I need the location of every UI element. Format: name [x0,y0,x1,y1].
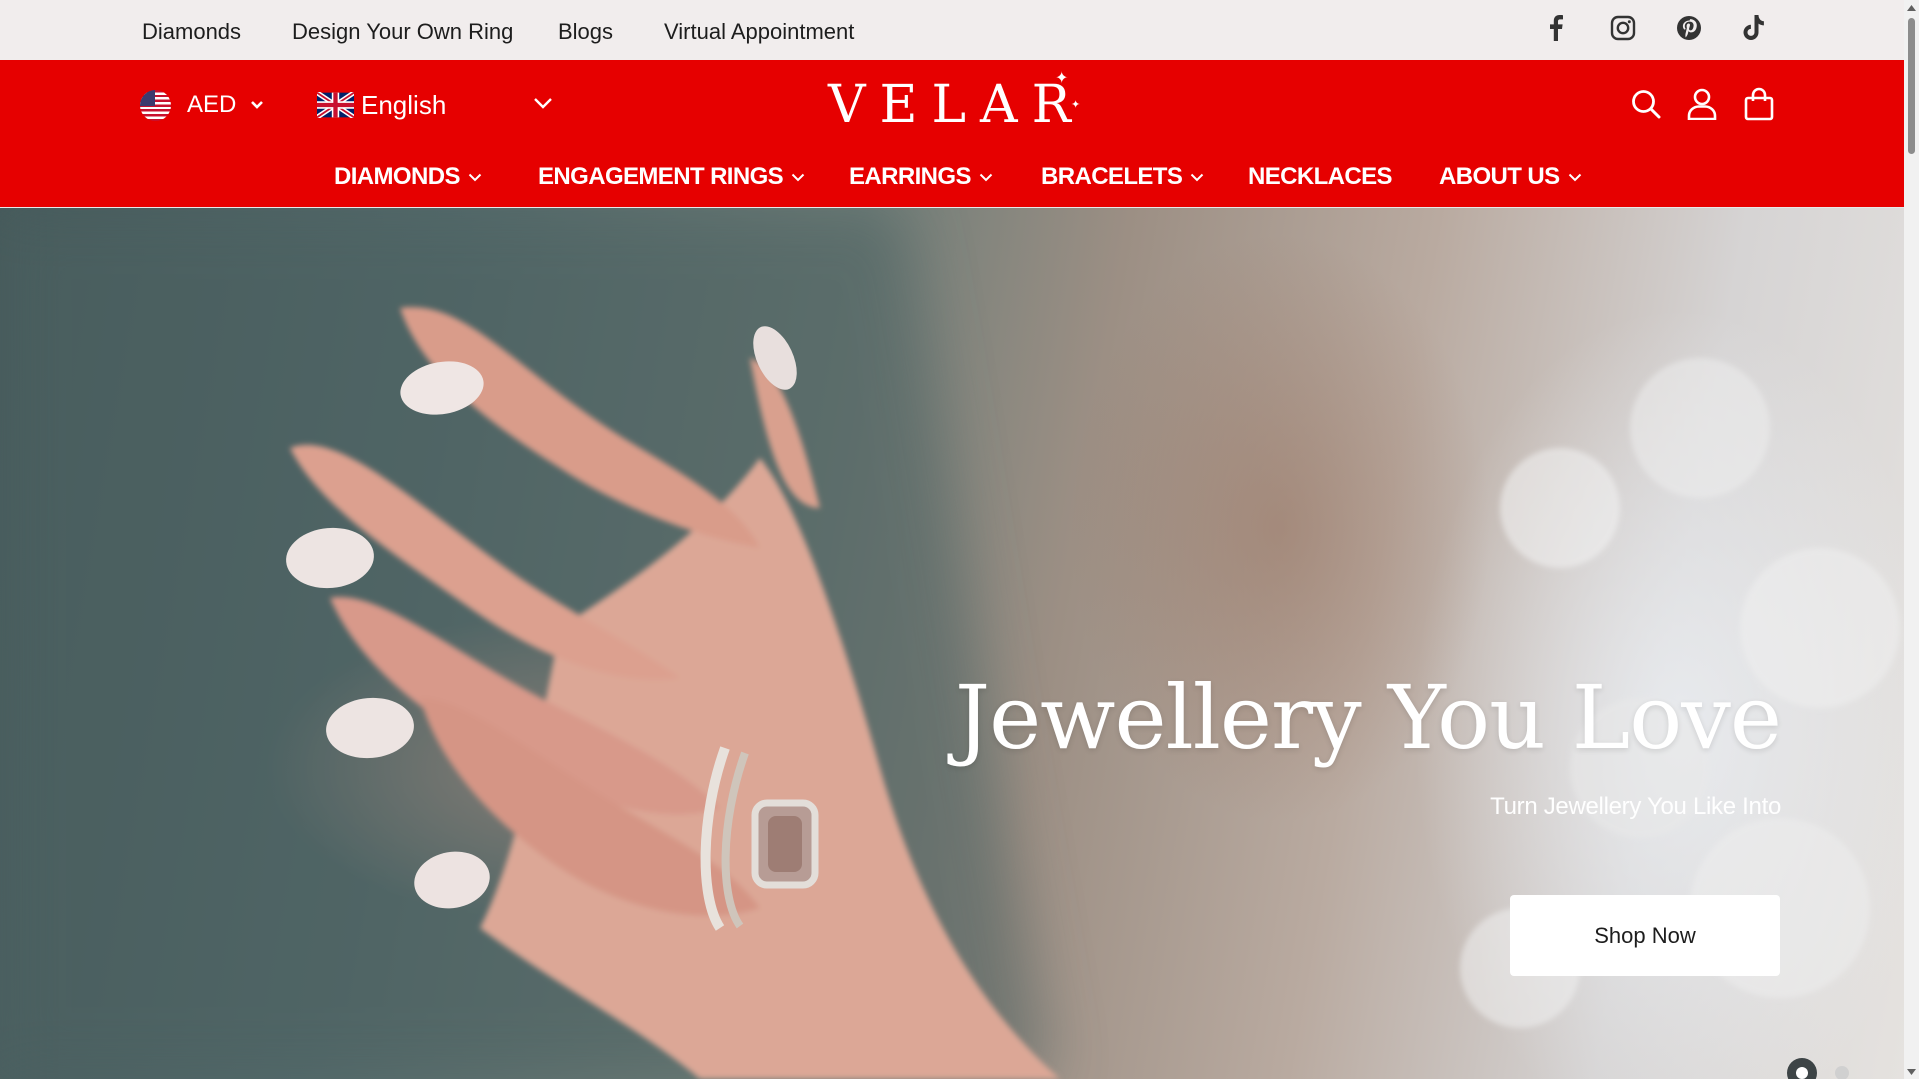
nav-label: BRACELETS [1041,163,1183,190]
currency-code: AED [187,91,237,118]
toplink-design-your-own-ring[interactable]: Design Your Own Ring [292,19,513,45]
us-flag-icon [140,89,171,121]
facebook-icon[interactable] [1540,12,1572,44]
shop-now-button[interactable]: Shop Now [1510,895,1780,976]
scroll-down-icon[interactable] [1904,1064,1919,1079]
nav-earrings[interactable]: EARRINGS [849,162,993,192]
account-icon[interactable] [1684,86,1720,122]
chevron-down-icon [251,101,264,109]
hero-banner: Jewellery You Love Turn Jewellery You Li… [0,208,1904,1079]
search-icon[interactable] [1628,86,1664,122]
nav-necklaces[interactable]: NECKLACES [1248,162,1393,192]
pinterest-icon[interactable] [1673,12,1705,44]
page: Diamonds Design Your Own Ring Blogs Virt… [0,0,1904,1079]
nav-label: ENGAGEMENT RINGS [538,163,784,190]
scroll-up-icon[interactable] [1904,0,1919,15]
toplink-blogs[interactable]: Blogs [558,19,613,45]
toplink-virtual-appointment[interactable]: Virtual Appointment [664,19,854,45]
nav-label: NECKLACES [1248,163,1393,190]
nav-label: DIAMONDS [334,163,460,190]
hero-subtitle: Turn Jewellery You Like Into [1490,793,1781,820]
tiktok-icon[interactable] [1738,12,1770,44]
scroll-thumb[interactable] [1908,18,1915,154]
chevron-down-icon [1568,173,1581,181]
top-utility-bar: Diamonds Design Your Own Ring Blogs Virt… [0,0,1904,60]
sparkle-icon: ✦ [1055,68,1069,87]
chevron-down-icon [468,173,482,181]
nav-label: EARRINGS [849,163,971,190]
cart-icon[interactable] [1741,86,1777,122]
language-label: English [361,89,447,120]
chevron-down-icon [534,98,552,109]
velar-logo[interactable]: VELAR ✦ ✦ [828,70,1088,136]
hero-title: Jewellery You Love [954,666,1782,769]
nav-label: ABOUT US [1439,163,1560,190]
nav-bracelets[interactable]: BRACELETS [1041,162,1204,192]
language-selector[interactable]: English [317,88,557,122]
page-scrollbar[interactable] [1904,0,1919,1079]
slide-dot[interactable] [1835,1066,1849,1079]
chevron-down-icon [791,173,805,181]
uk-flag-icon [317,92,354,118]
toplink-diamonds[interactable]: Diamonds [142,19,241,45]
instagram-icon[interactable] [1607,12,1639,44]
currency-selector[interactable]: AED [140,88,264,122]
nav-diamonds[interactable]: DIAMONDS [334,162,482,192]
sparkle-icon: ✦ [1071,98,1081,111]
logo-text: VELAR [828,75,1085,135]
chevron-down-icon [1191,173,1204,181]
nav-engagement-rings[interactable]: ENGAGEMENT RINGS [538,162,805,192]
chevron-down-icon [979,173,993,181]
nav-about-us[interactable]: ABOUT US [1439,162,1582,192]
